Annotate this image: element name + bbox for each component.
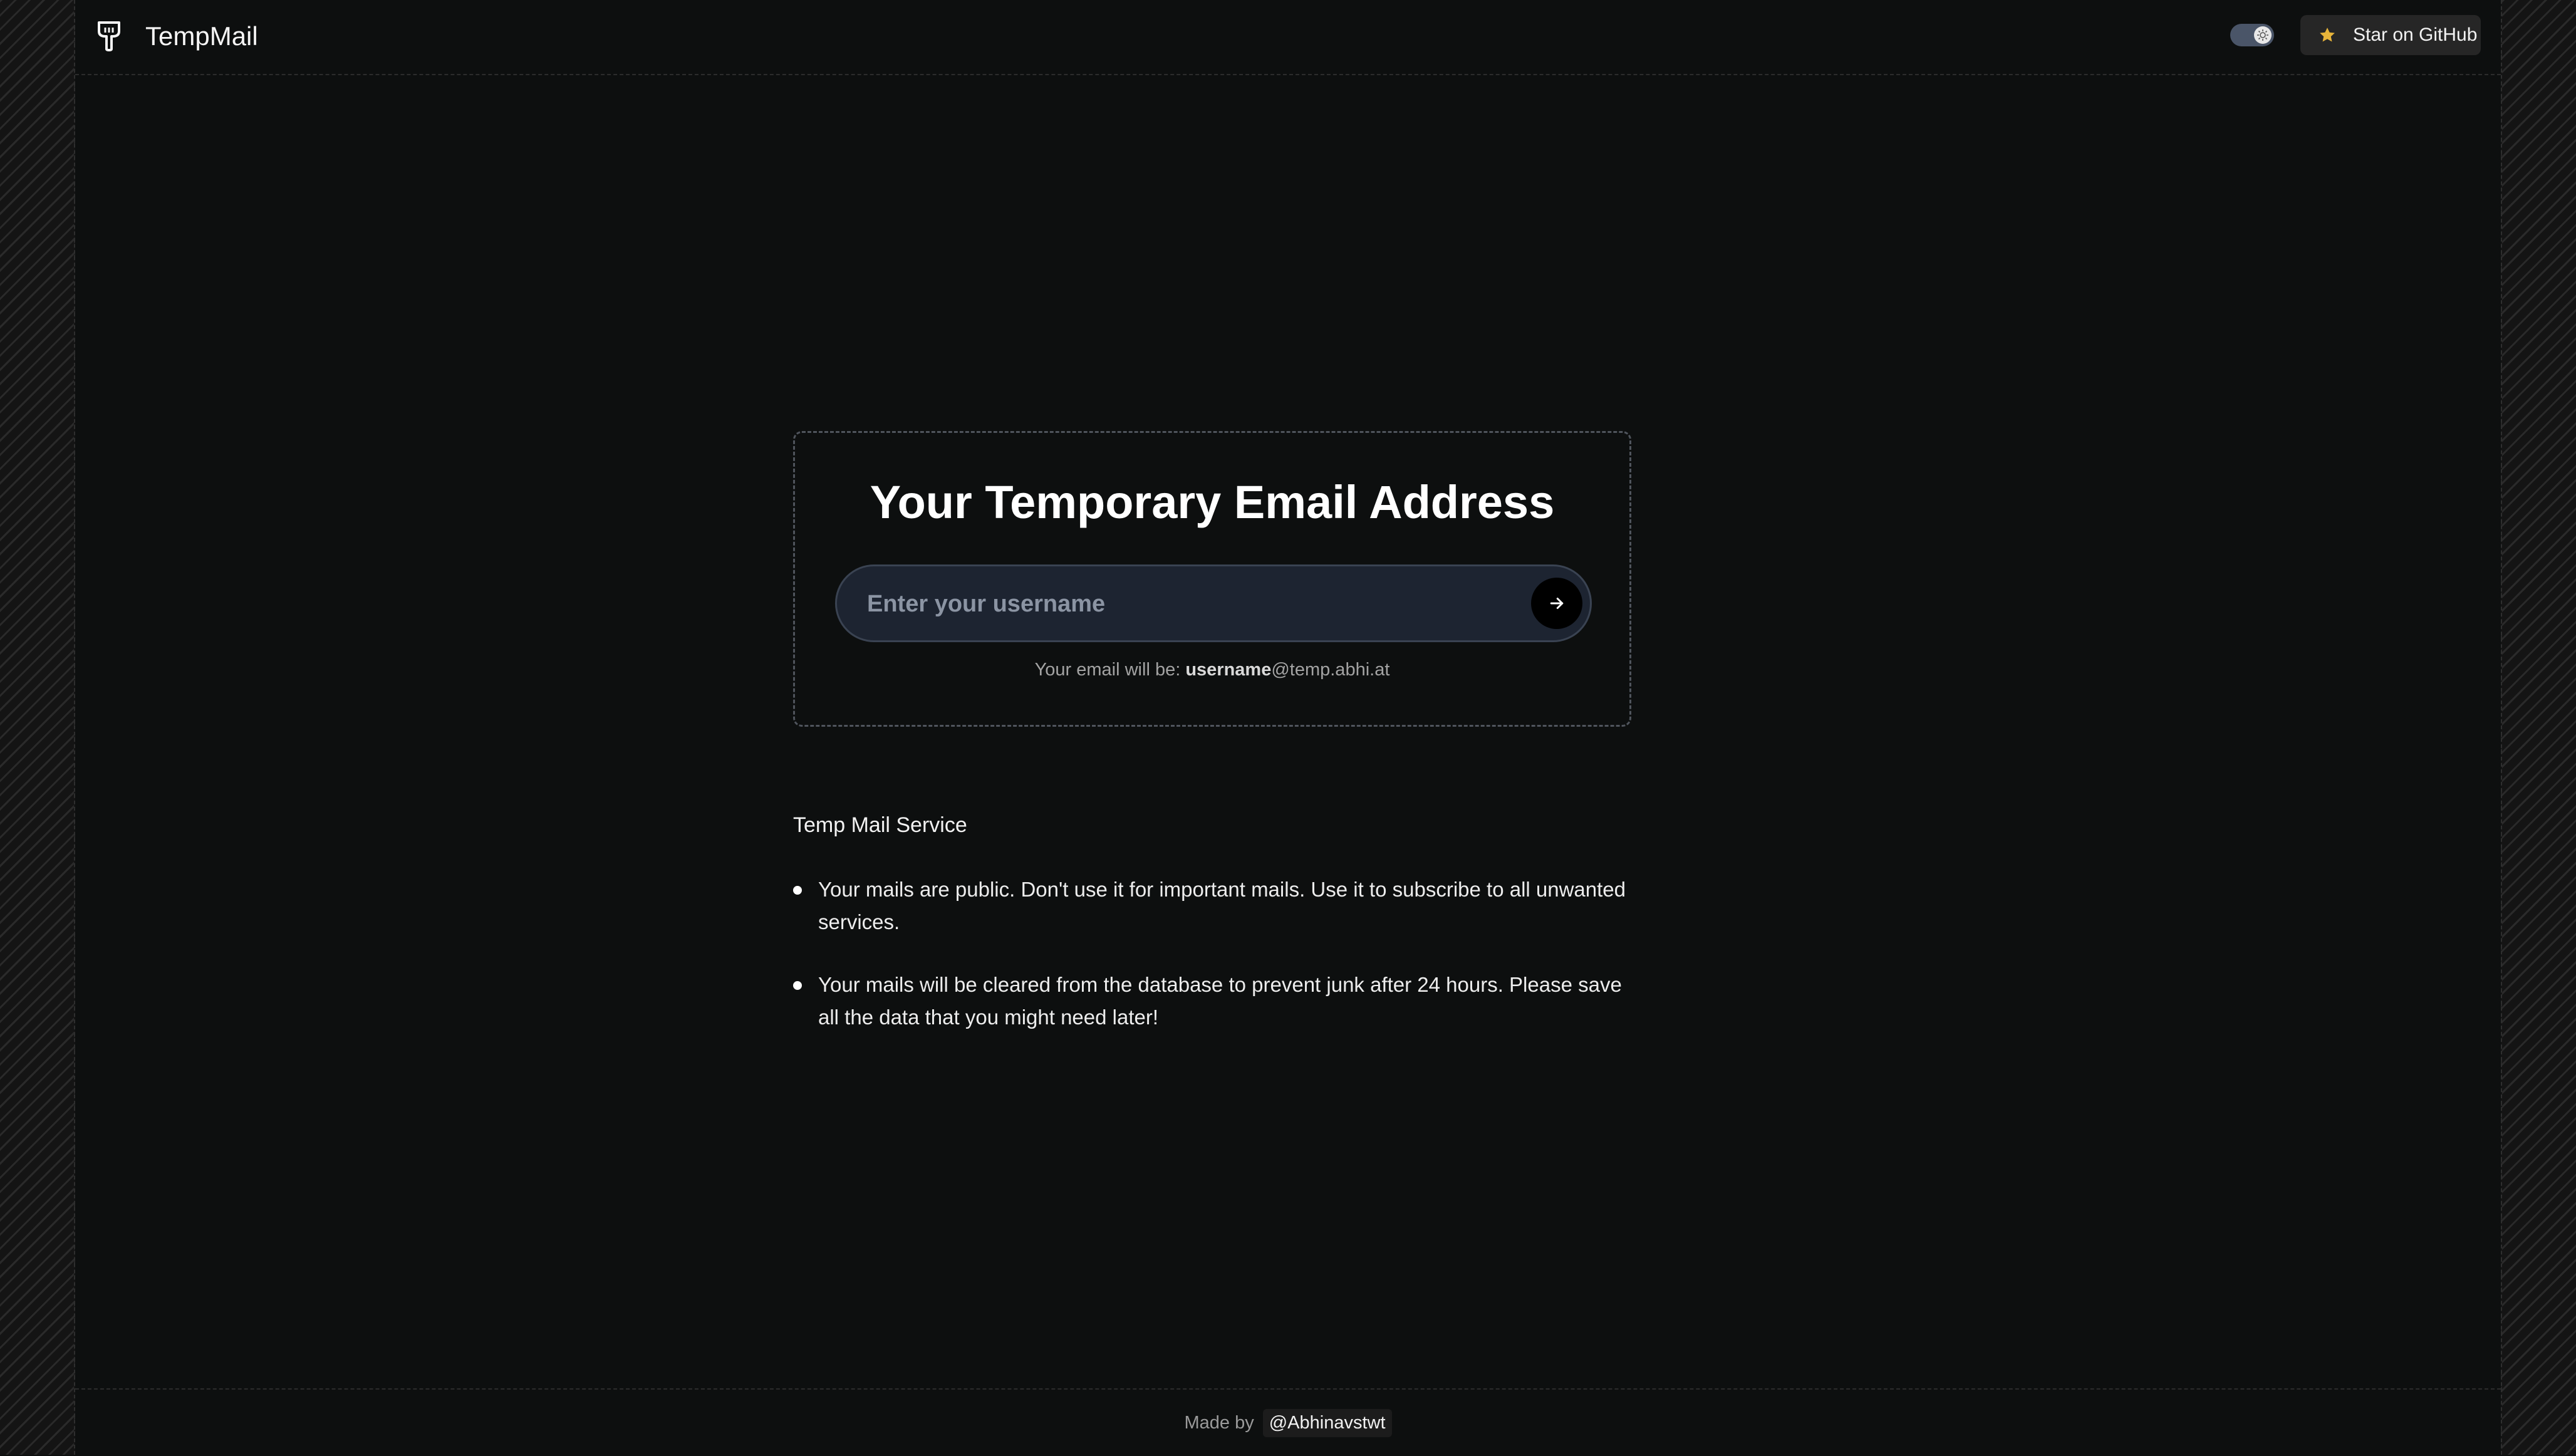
arrow-right-icon <box>1550 598 1564 609</box>
card-title: Your Temporary Email Address <box>870 476 1555 528</box>
info-title: Temp Mail Service <box>793 813 967 837</box>
list-item: Your mails will be cleared from the data… <box>793 969 1645 1034</box>
username-input[interactable] <box>866 566 1495 642</box>
right-hatch-decoration <box>2501 0 2576 1455</box>
left-hatch-decoration <box>0 0 75 1455</box>
top-header: TempMail Star on GitHub <box>75 0 2501 75</box>
made-by-label: Made by <box>1184 1412 1254 1433</box>
hint-prefix: Your email will be: <box>1034 660 1186 680</box>
submit-button[interactable] <box>1531 578 1582 629</box>
footer: Made by @Abhinavstwt <box>75 1388 2501 1456</box>
list-item: Your mails are public. Don't use it for … <box>793 873 1645 939</box>
author-link[interactable]: @Abhinavstwt <box>1262 1408 1392 1437</box>
toggle-knob <box>2254 26 2272 44</box>
email-card: Your Temporary Email Address Your email … <box>793 431 1631 727</box>
hint-domain: @temp.abhi.at <box>1271 660 1390 680</box>
brand-name[interactable]: TempMail <box>145 21 258 51</box>
theme-toggle[interactable] <box>2230 24 2274 46</box>
hint-username: username <box>1185 660 1272 680</box>
star-icon <box>2320 28 2335 42</box>
main-area: TempMail Star on GitHub Your Temporary E… <box>75 0 2501 1455</box>
email-preview-hint: Your email will be: username@temp.abhi.a… <box>795 660 1629 680</box>
username-input-wrapper <box>835 564 1592 642</box>
sun-icon <box>2257 29 2268 41</box>
github-button-label: Star on GitHub <box>2353 24 2478 45</box>
info-list: Your mails are public. Don't use it for … <box>793 873 1645 1064</box>
tempmail-logo-icon[interactable] <box>95 19 123 53</box>
star-on-github-button[interactable]: Star on GitHub <box>2300 15 2481 55</box>
